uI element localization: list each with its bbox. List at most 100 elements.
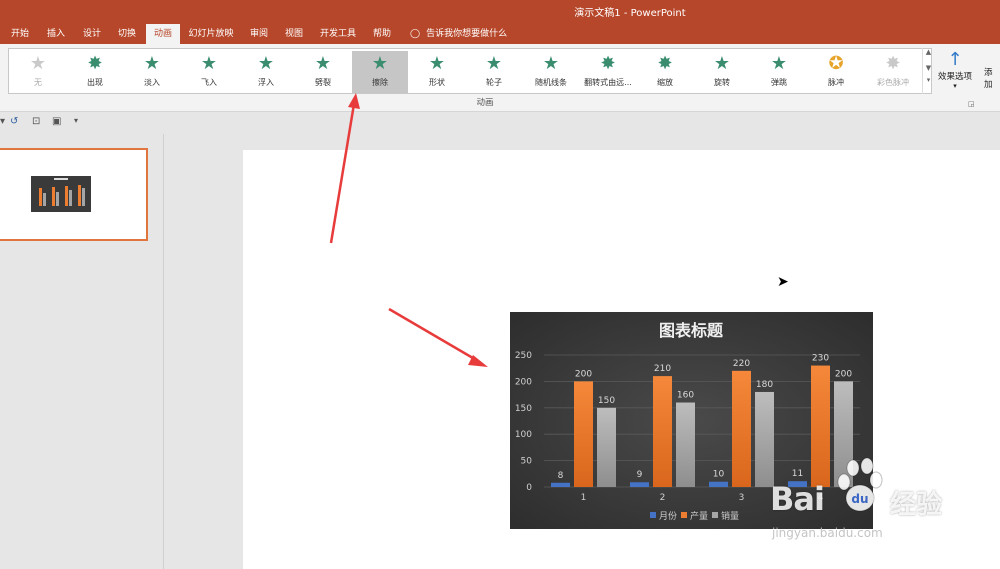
legend-item: 产量 <box>690 510 708 522</box>
star-burst-icon: ✸ <box>885 53 901 74</box>
tab-developer[interactable]: 开发工具 <box>314 24 362 44</box>
star-icon: ★ <box>314 53 332 74</box>
data-label: 160 <box>677 391 694 401</box>
scroll-up-icon[interactable]: ▲ <box>923 48 934 56</box>
chart-title: 图表标题 <box>659 321 724 340</box>
add-animation-button[interactable]: 添加 <box>984 66 1000 90</box>
slideshow-from-beginning-icon[interactable]: ⊡ <box>32 116 40 127</box>
data-label: 150 <box>598 396 615 406</box>
tab-review[interactable]: 审阅 <box>244 24 274 44</box>
baidu-watermark: du Bai 经验 jingyan.baidu.com <box>770 458 1000 558</box>
group-label: 动画 <box>476 98 494 108</box>
data-label: 200 <box>835 369 852 379</box>
tab-insert[interactable]: 插入 <box>40 24 72 44</box>
anim-none[interactable]: ★ 无 <box>10 51 66 93</box>
anim-shape[interactable]: ★ 形状 <box>409 51 465 93</box>
data-label: 210 <box>654 364 671 374</box>
anim-random-bars[interactable]: ★ 随机线条 <box>523 51 579 93</box>
effect-options-button[interactable]: ↑ 效果选项 ▾ <box>935 49 975 91</box>
star-burst-icon: ✸ <box>600 53 616 74</box>
anim-bounce[interactable]: ★ 弹跳 <box>751 51 807 93</box>
watermark-url: jingyan.baidu.com <box>772 526 883 540</box>
anim-wheel[interactable]: ★ 轮子 <box>466 51 522 93</box>
bar-2 <box>574 381 593 487</box>
star-icon: ★ <box>485 53 503 74</box>
x-tick-label: 1 <box>581 493 587 503</box>
caret-icon[interactable]: ▾ <box>0 116 5 127</box>
star-icon: ★ <box>770 53 788 74</box>
bar-3 <box>597 407 616 487</box>
watermark-brand-cn: 经验 <box>890 490 943 520</box>
bar-1 <box>630 482 649 487</box>
anim-fade[interactable]: ★ 淡入 <box>124 51 180 93</box>
y-tick-label: 200 <box>515 377 532 387</box>
y-tick-label: 150 <box>515 404 532 414</box>
star-icon: ★ <box>200 53 218 74</box>
watermark-brand: Bai <box>770 480 825 518</box>
lightbulb-icon: ◯ <box>410 29 421 39</box>
slide-thumbnail-1[interactable] <box>0 148 148 241</box>
dialog-launcher-icon[interactable]: ◲ <box>968 100 975 108</box>
star-icon: ★ <box>143 53 161 74</box>
bar-1 <box>709 481 728 487</box>
star-icon: ✪ <box>828 53 844 74</box>
anim-pulse[interactable]: ✪ 脉冲 <box>808 51 864 93</box>
star-icon: ★ <box>29 53 47 74</box>
mouse-cursor-icon: ➤ <box>777 274 789 290</box>
tab-help[interactable]: 帮助 <box>366 24 398 44</box>
anim-split[interactable]: ★ 劈裂 <box>295 51 351 93</box>
bar-1 <box>551 482 570 487</box>
tab-view[interactable]: 视图 <box>279 24 309 44</box>
tab-transitions[interactable]: 切换 <box>111 24 143 44</box>
star-icon: ★ <box>713 53 731 74</box>
legend-swatch <box>681 512 687 518</box>
anim-zoom[interactable]: ✸ 缩放 <box>637 51 693 93</box>
anim-fly-in[interactable]: ★ 飞入 <box>181 51 237 93</box>
window-title: 演示文稿1 - PowerPoint <box>574 8 686 19</box>
anim-wipe[interactable]: ★ 擦除 <box>352 51 408 93</box>
data-label: 230 <box>812 354 829 364</box>
bar-2 <box>653 376 672 487</box>
anim-appear[interactable]: ✸ 出现 <box>67 51 123 93</box>
tell-me-box[interactable]: ◯ 告诉我你想要做什么 <box>410 24 507 44</box>
y-tick-label: 100 <box>515 430 532 440</box>
up-arrow-icon: ↑ <box>947 49 963 70</box>
anim-color-pulse: ✸ 彩色脉冲 <box>865 51 921 93</box>
tab-home[interactable]: 开始 <box>4 24 36 44</box>
star-icon: ★ <box>257 53 275 74</box>
anim-float-in[interactable]: ★ 浮入 <box>238 51 294 93</box>
chevron-down-icon: ▾ <box>953 82 957 90</box>
star-lines-icon: ★ <box>542 53 560 74</box>
picture-icon[interactable]: ▣ <box>52 116 61 127</box>
gallery-scroll[interactable]: ▲ ▼ ▾ <box>922 48 934 94</box>
x-tick-label: 2 <box>660 493 666 503</box>
tab-slideshow[interactable]: 幻灯片放映 <box>184 24 238 44</box>
data-label: 9 <box>637 470 643 480</box>
y-tick-label: 50 <box>521 457 533 467</box>
x-tick-label: 3 <box>739 493 745 503</box>
ribbon-animations: ★ 无 ✸ 出现 ★ 淡入 ★ 飞入 ★ 浮入 ★ 劈裂 ★ 擦除 ★ 形状 ★ 轮子 ★ 随机线条… <box>0 44 1000 112</box>
tab-animations[interactable]: 动画 <box>146 24 180 44</box>
slide-thumbnail-pane <box>0 134 164 569</box>
scroll-down-icon[interactable]: ▼ <box>923 64 934 72</box>
customize-qat-icon[interactable]: ▾ <box>74 116 78 125</box>
legend-item: 月份 <box>659 510 677 522</box>
data-label: 200 <box>575 369 592 379</box>
star-burst-icon: ✸ <box>657 53 673 74</box>
thumbnail-chart <box>31 176 91 212</box>
star-burst-icon: ✸ <box>87 53 103 74</box>
bar-3 <box>676 402 695 487</box>
animation-gallery: ★ 无 ✸ 出现 ★ 淡入 ★ 飞入 ★ 浮入 ★ 劈裂 ★ 擦除 ★ 形状 ★ 轮子 ★ 随机线条… <box>8 48 932 94</box>
gallery-more-icon[interactable]: ▾ <box>923 76 934 84</box>
data-label: 8 <box>558 471 564 481</box>
quick-access-toolbar: ▾ ↺ ⊡ ▣ ▾ <box>0 112 1000 134</box>
anim-swivel[interactable]: ★ 旋转 <box>694 51 750 93</box>
tab-design[interactable]: 设计 <box>76 24 108 44</box>
ribbon-tabs: 开始 插入 设计 切换 动画 幻灯片放映 审阅 视图 开发工具 帮助 ◯ 告诉我… <box>0 22 1000 44</box>
y-tick-label: 0 <box>526 483 532 493</box>
star-icon: ★ <box>428 53 446 74</box>
data-label: 10 <box>713 470 725 480</box>
redo-icon[interactable]: ↺ <box>10 116 18 127</box>
anim-grow-turn[interactable]: ✸ 翻转式由远... <box>580 51 636 93</box>
y-tick-label: 250 <box>515 351 532 361</box>
